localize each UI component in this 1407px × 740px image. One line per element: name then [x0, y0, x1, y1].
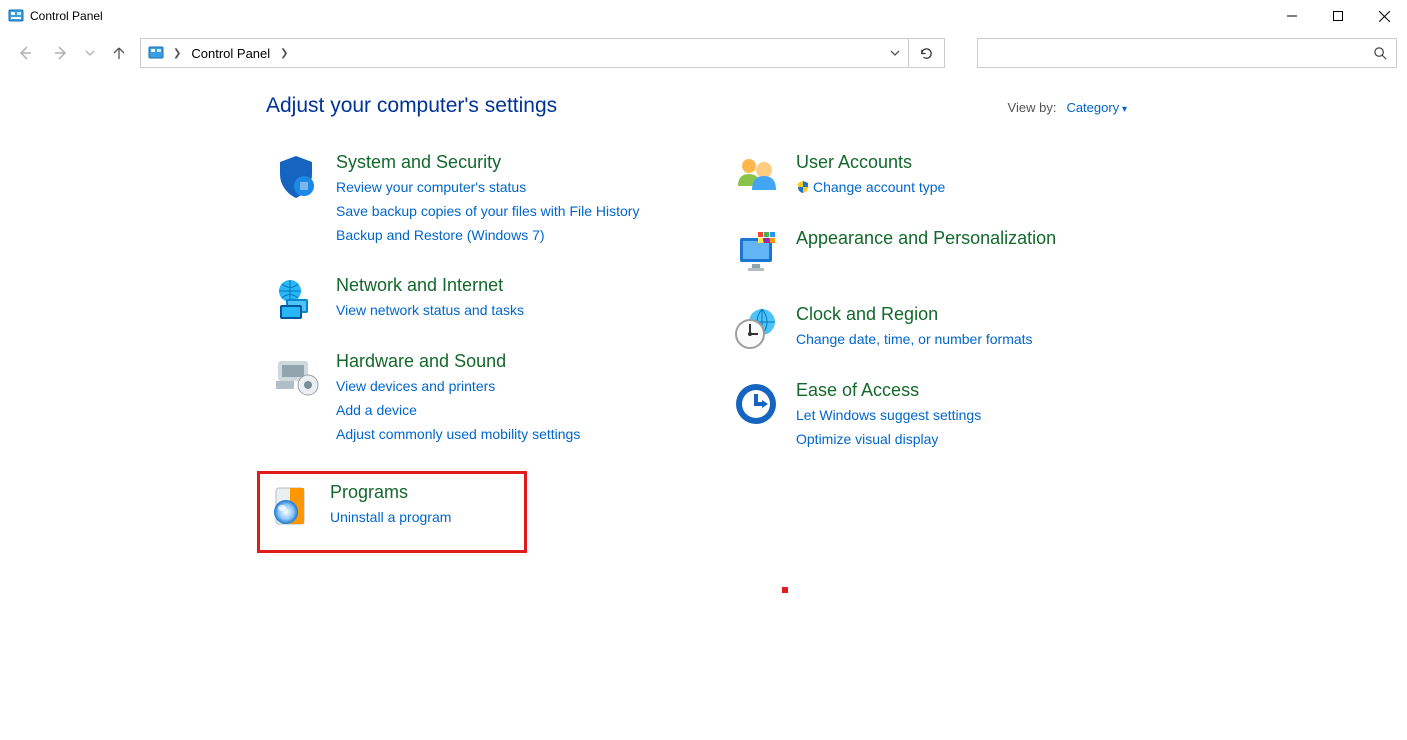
- chevron-right-icon[interactable]: ❯: [169, 48, 185, 59]
- refresh-button[interactable]: [909, 38, 945, 68]
- category-link[interactable]: Add a device: [336, 399, 580, 423]
- category-programs: Programs Uninstall a program: [257, 471, 527, 553]
- address-bar[interactable]: ❯ Control Panel ❯: [140, 38, 909, 68]
- network-internet-icon[interactable]: [272, 275, 320, 323]
- category-appearance: Appearance and Personalization: [726, 224, 1156, 280]
- category-body: Clock and Region Change date, time, or nu…: [796, 304, 1033, 352]
- maximize-button[interactable]: [1315, 0, 1361, 32]
- address-dropdown[interactable]: [882, 46, 908, 61]
- search-input[interactable]: [978, 45, 1364, 62]
- content-area: Adjust your computer's settings View by:…: [0, 74, 1407, 573]
- category-clock-region: Clock and Region Change date, time, or nu…: [726, 300, 1156, 356]
- category-title[interactable]: System and Security: [336, 152, 639, 173]
- system-security-icon[interactable]: [272, 152, 320, 200]
- category-link[interactable]: View devices and printers: [336, 375, 580, 399]
- annotation-dot: [782, 587, 788, 593]
- page-heading: Adjust your computer's settings: [266, 94, 557, 118]
- left-column: System and Security Review your computer'…: [266, 148, 696, 573]
- category-body: Programs Uninstall a program: [330, 482, 451, 530]
- category-link[interactable]: Review your computer's status: [336, 176, 639, 200]
- hardware-sound-icon[interactable]: [272, 351, 320, 399]
- category-title[interactable]: User Accounts: [796, 152, 945, 173]
- category-link[interactable]: Uninstall a program: [330, 506, 451, 530]
- category-link[interactable]: Change account type: [796, 176, 945, 200]
- uac-shield-icon: [796, 178, 810, 192]
- category-title[interactable]: Clock and Region: [796, 304, 1033, 325]
- category-network-internet: Network and Internet View network status …: [266, 271, 696, 327]
- control-panel-icon: [8, 8, 24, 24]
- programs-icon[interactable]: [266, 482, 314, 530]
- search-box[interactable]: [977, 38, 1397, 68]
- category-body: Network and Internet View network status …: [336, 275, 524, 323]
- category-link[interactable]: Let Windows suggest settings: [796, 404, 981, 428]
- category-title[interactable]: Appearance and Personalization: [796, 228, 1056, 249]
- titlebar: Control Panel: [0, 0, 1407, 32]
- window-title: Control Panel: [30, 9, 103, 23]
- category-body: User Accounts Change account type: [796, 152, 945, 200]
- view-by-dropdown[interactable]: Category: [1066, 100, 1127, 115]
- appearance-icon[interactable]: [732, 228, 780, 276]
- forward-button[interactable]: [46, 38, 76, 68]
- clock-region-icon[interactable]: [732, 304, 780, 352]
- category-body: Hardware and Sound View devices and print…: [336, 351, 580, 446]
- user-accounts-icon[interactable]: [732, 152, 780, 200]
- category-title[interactable]: Programs: [330, 482, 451, 503]
- category-body: System and Security Review your computer'…: [336, 152, 639, 247]
- category-link[interactable]: Backup and Restore (Windows 7): [336, 224, 639, 248]
- close-button[interactable]: [1361, 0, 1407, 32]
- category-link[interactable]: Optimize visual display: [796, 428, 981, 452]
- breadcrumb-root-icon: [147, 44, 165, 62]
- up-button[interactable]: [104, 38, 134, 68]
- category-body: Ease of Access Let Windows suggest settin…: [796, 380, 981, 452]
- right-column: User Accounts Change account type Appearan…: [726, 148, 1156, 573]
- view-by-label: View by:: [1008, 100, 1057, 115]
- view-by: View by: Category: [1008, 100, 1127, 115]
- recent-dropdown[interactable]: [82, 38, 98, 68]
- category-title[interactable]: Ease of Access: [796, 380, 981, 401]
- category-link[interactable]: Adjust commonly used mobility settings: [336, 423, 580, 447]
- navigation-row: ❯ Control Panel ❯: [0, 32, 1407, 74]
- category-title[interactable]: Network and Internet: [336, 275, 524, 296]
- category-link[interactable]: Change date, time, or number formats: [796, 328, 1033, 352]
- category-title[interactable]: Hardware and Sound: [336, 351, 580, 372]
- window-controls: [1269, 0, 1407, 32]
- category-user-accounts: User Accounts Change account type: [726, 148, 1156, 204]
- chevron-right-icon[interactable]: ❯: [276, 48, 292, 59]
- category-columns: System and Security Review your computer'…: [266, 148, 1347, 573]
- back-button[interactable]: [10, 38, 40, 68]
- category-link[interactable]: View network status and tasks: [336, 299, 524, 323]
- minimize-button[interactable]: [1269, 0, 1315, 32]
- category-ease-access: Ease of Access Let Windows suggest settin…: [726, 376, 1156, 456]
- category-hardware-sound: Hardware and Sound View devices and print…: [266, 347, 696, 450]
- breadcrumb-item[interactable]: Control Panel: [189, 46, 272, 61]
- category-link[interactable]: Save backup copies of your files with Fi…: [336, 200, 639, 224]
- header-row: Adjust your computer's settings View by:…: [266, 94, 1127, 118]
- category-system-security: System and Security Review your computer'…: [266, 148, 696, 251]
- category-body: Appearance and Personalization: [796, 228, 1056, 252]
- ease-access-icon[interactable]: [732, 380, 780, 428]
- search-icon[interactable]: [1364, 46, 1396, 61]
